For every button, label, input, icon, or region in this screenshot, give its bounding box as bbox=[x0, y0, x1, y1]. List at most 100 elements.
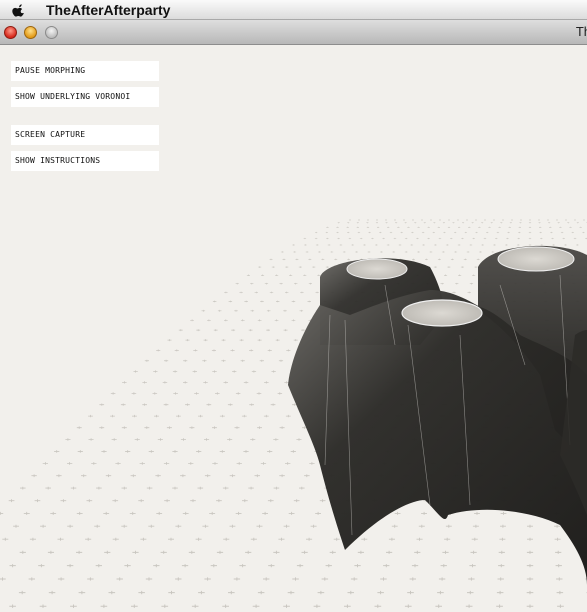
grid-mark bbox=[145, 577, 153, 581]
grid-mark bbox=[240, 359, 245, 362]
grid-mark bbox=[470, 550, 477, 554]
grid-mark bbox=[142, 403, 147, 406]
grid-mark bbox=[474, 511, 480, 515]
grid-mark bbox=[443, 231, 446, 234]
grid-mark bbox=[227, 438, 233, 441]
grid-mark bbox=[241, 414, 247, 418]
grid-mark bbox=[100, 604, 108, 608]
grid-mark bbox=[144, 359, 149, 362]
grid-mark bbox=[54, 450, 60, 453]
grid-mark bbox=[219, 450, 225, 453]
grid-mark bbox=[507, 231, 510, 234]
minimize-window-button[interactable] bbox=[24, 26, 37, 39]
grid-mark bbox=[240, 319, 245, 322]
grid-mark bbox=[211, 349, 216, 352]
show-instructions-button[interactable]: SHOW INSTRUCTIONS bbox=[11, 151, 159, 171]
grid-mark bbox=[421, 219, 423, 221]
grid-mark bbox=[86, 499, 93, 503]
grid-mark bbox=[239, 291, 243, 294]
grid-mark bbox=[347, 231, 350, 234]
grid-mark bbox=[300, 291, 304, 294]
grid-mark bbox=[207, 319, 211, 322]
grid-mark bbox=[233, 577, 241, 581]
grid-mark bbox=[481, 244, 484, 246]
render-canvas[interactable]: PAUSE MORPHING SHOW UNDERLYING VORONOI S… bbox=[0, 45, 587, 612]
pause-morphing-button[interactable]: PAUSE MORPHING bbox=[11, 61, 159, 81]
grid-mark bbox=[356, 226, 359, 228]
grid-mark bbox=[393, 237, 397, 240]
grid-mark bbox=[355, 251, 358, 253]
grid-mark bbox=[361, 537, 368, 541]
apple-icon[interactable] bbox=[12, 3, 26, 17]
grid-mark bbox=[185, 403, 190, 406]
grid-mark bbox=[222, 604, 229, 608]
grid-mark bbox=[452, 291, 456, 294]
grid-mark bbox=[275, 274, 279, 276]
grid-mark bbox=[310, 524, 317, 528]
grid-mark bbox=[500, 524, 506, 528]
grid-mark bbox=[282, 258, 286, 261]
grid-mark bbox=[223, 381, 228, 384]
grid-mark bbox=[336, 231, 339, 234]
close-window-button[interactable] bbox=[4, 26, 17, 39]
grid-mark bbox=[539, 226, 542, 228]
grid-mark bbox=[444, 537, 451, 541]
grid-mark bbox=[486, 231, 489, 234]
grid-mark bbox=[468, 577, 475, 581]
grid-mark bbox=[472, 274, 476, 276]
grid-mark bbox=[34, 499, 41, 503]
show-voronoi-button[interactable]: SHOW UNDERLYING VORONOI bbox=[11, 87, 159, 107]
grid-mark bbox=[94, 524, 101, 528]
grid-mark bbox=[182, 511, 189, 515]
grid-mark bbox=[285, 462, 291, 465]
grid-mark bbox=[548, 222, 551, 224]
screen-capture-button[interactable]: SCREEN CAPTURE bbox=[11, 125, 159, 145]
grid-mark bbox=[527, 537, 533, 541]
grid-mark bbox=[557, 604, 564, 608]
grid-mark bbox=[168, 537, 174, 541]
grid-mark bbox=[23, 511, 30, 515]
zoom-window-button[interactable] bbox=[45, 26, 58, 39]
grid-mark bbox=[305, 251, 309, 253]
grid-mark bbox=[266, 309, 271, 312]
grid-mark bbox=[204, 474, 211, 478]
grid-mark bbox=[77, 450, 83, 453]
grid-mark bbox=[547, 219, 549, 221]
grid-mark bbox=[234, 309, 238, 312]
grid-mark bbox=[189, 426, 195, 429]
grid-mark bbox=[417, 251, 420, 253]
grid-mark bbox=[519, 222, 522, 224]
grid-mark bbox=[190, 499, 196, 503]
grid-mark bbox=[57, 537, 64, 541]
grid-mark bbox=[38, 564, 45, 568]
grid-mark bbox=[172, 370, 178, 373]
grid-mark bbox=[244, 300, 248, 303]
grid-mark bbox=[157, 438, 163, 441]
grid-mark bbox=[76, 550, 83, 554]
mesh-back-right-cap bbox=[497, 246, 575, 272]
grid-mark bbox=[279, 426, 285, 429]
grid-mark bbox=[19, 550, 26, 554]
grid-mark bbox=[555, 550, 562, 554]
grid-mark bbox=[452, 222, 455, 224]
grid-mark bbox=[42, 462, 48, 465]
grid-mark bbox=[376, 219, 378, 221]
grid-mark bbox=[259, 359, 264, 362]
grid-mark bbox=[385, 222, 388, 224]
grid-mark bbox=[412, 219, 414, 221]
grid-mark bbox=[155, 474, 161, 478]
grid-mark bbox=[374, 604, 382, 608]
grid-mark bbox=[0, 577, 6, 581]
grid-mark bbox=[403, 219, 405, 221]
grid-mark bbox=[254, 291, 258, 294]
grid-mark bbox=[231, 329, 236, 332]
grid-mark bbox=[292, 244, 295, 246]
grid-mark bbox=[67, 524, 74, 528]
grid-mark bbox=[8, 499, 15, 503]
grid-mark bbox=[144, 426, 150, 429]
grid-mark bbox=[254, 474, 260, 478]
grid-mark bbox=[383, 564, 390, 568]
window-title-bar[interactable]: Th bbox=[0, 20, 587, 45]
grid-mark bbox=[319, 499, 326, 503]
app-name-menu[interactable]: TheAfterAfterparty bbox=[46, 2, 170, 18]
